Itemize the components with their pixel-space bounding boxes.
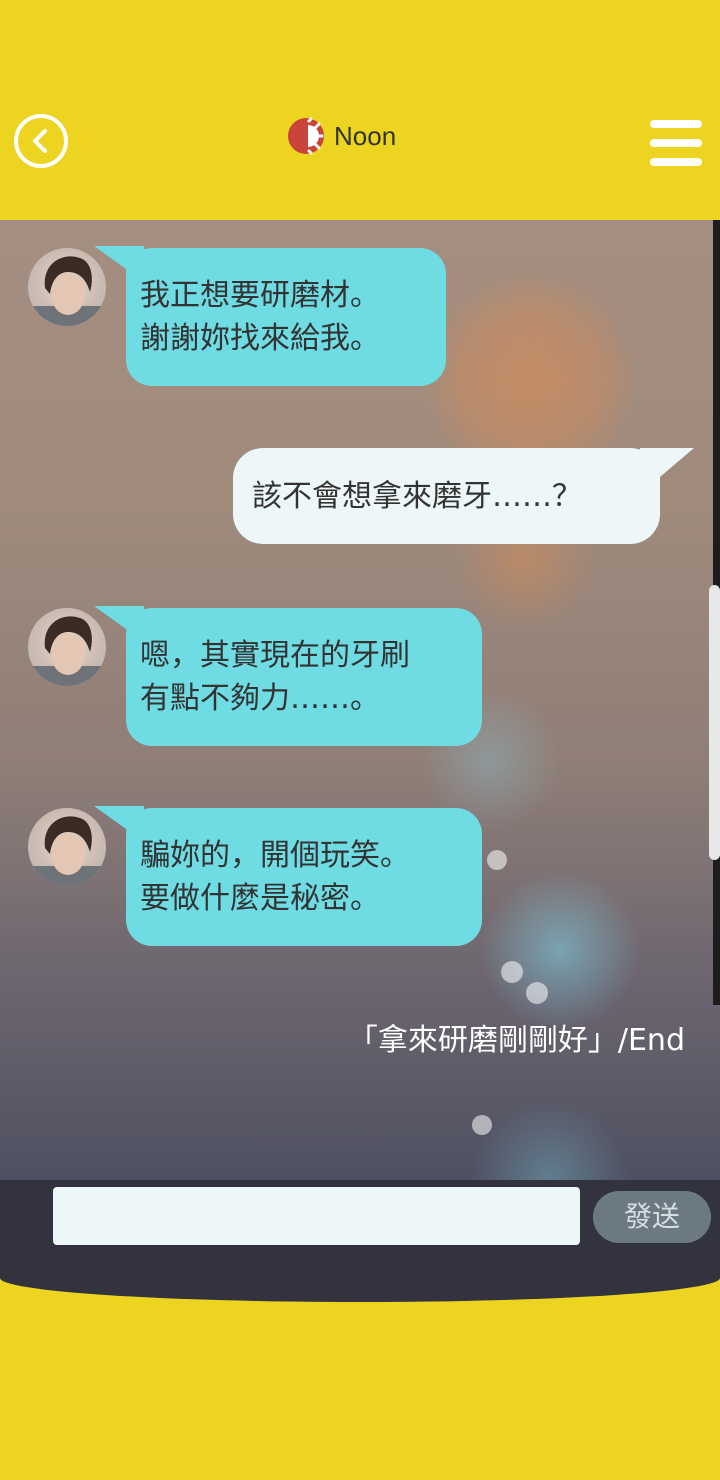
message-line: 嗯，其實現在的牙刷: [140, 638, 410, 673]
message-bubble-left: 騙妳的，開個玩笑。 要做什麼是秘密。: [126, 808, 482, 946]
menu-button[interactable]: [650, 120, 704, 168]
bubble-tail: [640, 448, 694, 494]
send-button[interactable]: 發送: [593, 1191, 711, 1243]
message-line: 該不會想拿來磨牙……？: [252, 479, 582, 514]
message-composer: 發送: [0, 1180, 720, 1302]
back-button[interactable]: [14, 114, 68, 168]
page-title: Noon: [334, 120, 397, 151]
scrollbar-thumb[interactable]: [709, 585, 720, 860]
message-bubble-left: 我正想要研磨材。 謝謝妳找來給我。: [126, 248, 446, 386]
bokeh-dot: [501, 961, 523, 983]
message-line: 要做什麼是秘密。: [140, 881, 380, 916]
sun-half-icon: [286, 116, 326, 156]
bokeh-dot: [472, 1115, 492, 1135]
message-line: 我正想要研磨材。: [140, 278, 380, 313]
header-title-group: Noon: [286, 114, 396, 158]
message-line: 謝謝妳找來給我。: [140, 321, 380, 356]
menu-line: [650, 139, 702, 147]
menu-line: [650, 158, 702, 166]
footer-area: [0, 1290, 720, 1480]
message-input[interactable]: [53, 1187, 580, 1245]
app-header: Noon: [0, 0, 720, 220]
message-line: 騙妳的，開個玩笑。: [140, 838, 410, 873]
chevron-left-icon: [33, 129, 47, 153]
bokeh-dot: [487, 850, 507, 870]
hamburger-menu-icon: [650, 120, 702, 128]
bokeh-dot: [526, 982, 548, 1004]
story-end-caption: 「拿來研磨剛剛好」/End: [347, 1023, 685, 1058]
message-bubble-left: 嗯，其實現在的牙刷 有點不夠力……。: [126, 608, 482, 746]
message-line: 有點不夠力……。: [140, 681, 380, 716]
message-bubble-right: 該不會想拿來磨牙……？: [233, 448, 660, 544]
